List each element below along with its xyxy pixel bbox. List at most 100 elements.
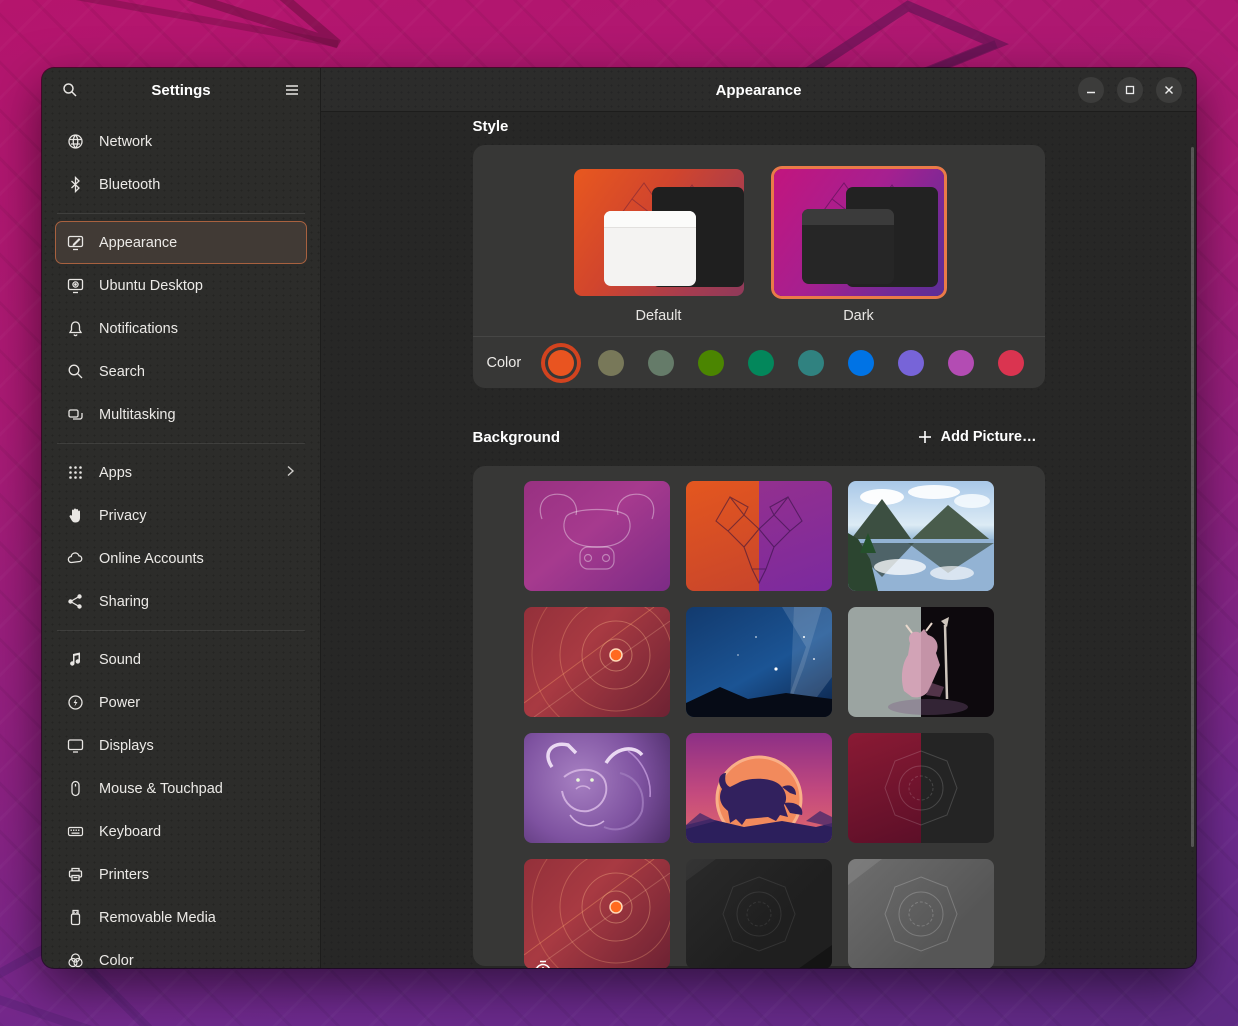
add-picture-label: Add Picture… bbox=[941, 429, 1037, 445]
background-thumbnail-satyr[interactable] bbox=[848, 607, 994, 717]
background-thumbnail-maroon-rings-timed[interactable] bbox=[524, 859, 670, 968]
menu-icon[interactable] bbox=[279, 77, 305, 103]
sidebar-item-color[interactable]: Color bbox=[55, 939, 307, 968]
bluetooth-icon bbox=[66, 176, 84, 193]
keyboard-icon bbox=[66, 823, 84, 840]
background-thumbnail-purple-bull[interactable] bbox=[524, 481, 670, 591]
sidebar-headerbar: Settings bbox=[42, 68, 320, 112]
privacy-icon bbox=[66, 507, 84, 524]
background-thumbnail-maroon-rings[interactable] bbox=[524, 607, 670, 717]
headerbar[interactable]: Appearance bbox=[321, 68, 1196, 112]
sidebar-item-sharing[interactable]: Sharing bbox=[55, 580, 307, 623]
sidebar-item-ubuntu-desktop[interactable]: Ubuntu Desktop bbox=[55, 264, 307, 307]
sidebar-item-label: Sharing bbox=[99, 594, 296, 610]
accent-swatch-bark[interactable] bbox=[598, 350, 624, 376]
sidebar-item-label: Privacy bbox=[99, 508, 296, 524]
sidebar-item-privacy[interactable]: Privacy bbox=[55, 494, 307, 537]
sidebar-item-label: Color bbox=[99, 953, 296, 969]
close-button[interactable] bbox=[1156, 77, 1182, 103]
power-icon bbox=[66, 694, 84, 711]
scrollbar[interactable] bbox=[1191, 147, 1194, 847]
page-title: Appearance bbox=[321, 68, 1196, 112]
maximize-button[interactable] bbox=[1117, 77, 1143, 103]
sidebar-item-label: Ubuntu Desktop bbox=[99, 278, 296, 294]
sidebar-item-keyboard[interactable]: Keyboard bbox=[55, 810, 307, 853]
sidebar-item-network[interactable]: Network bbox=[55, 120, 307, 163]
sidebar-separator bbox=[57, 443, 305, 444]
ubuntu-desktop-icon bbox=[66, 277, 84, 294]
background-thumbnail-beast-art[interactable] bbox=[524, 733, 670, 843]
background-thumbnail-dark-emblem[interactable] bbox=[686, 859, 832, 968]
accent-swatch-blue[interactable] bbox=[848, 350, 874, 376]
accent-swatch-magenta[interactable] bbox=[948, 350, 974, 376]
sidebar-item-displays[interactable]: Displays bbox=[55, 724, 307, 767]
mouse-icon bbox=[66, 780, 84, 797]
background-thumbnail-red-black-emblem[interactable] bbox=[848, 733, 994, 843]
style-option-default[interactable]: Default bbox=[574, 169, 744, 324]
sidebar-item-label: Sound bbox=[99, 652, 296, 668]
sidebar-item-printers[interactable]: Printers bbox=[55, 853, 307, 896]
sidebar-item-label: Appearance bbox=[99, 235, 296, 251]
preview-front-window bbox=[604, 211, 696, 286]
search-icon[interactable] bbox=[57, 77, 83, 103]
sidebar-separator bbox=[57, 213, 305, 214]
apps-icon bbox=[66, 464, 84, 481]
background-thumbnail-mountain-lake[interactable] bbox=[848, 481, 994, 591]
appearance-content: Style Default bbox=[321, 113, 1196, 968]
accent-swatch-red[interactable] bbox=[998, 350, 1024, 376]
style-section-title: Style bbox=[473, 118, 1045, 135]
style-card: Default Dark Color bbox=[473, 145, 1045, 388]
sidebar-item-bluetooth[interactable]: Bluetooth bbox=[55, 163, 307, 206]
style-option-label: Default bbox=[574, 308, 744, 324]
sidebar-item-power[interactable]: Power bbox=[55, 681, 307, 724]
sidebar-item-label: Displays bbox=[99, 738, 296, 754]
sidebar-item-online-accounts[interactable]: Online Accounts bbox=[55, 537, 307, 580]
style-option-dark[interactable]: Dark bbox=[774, 169, 944, 324]
displays-icon bbox=[66, 737, 84, 754]
window-controls bbox=[1078, 77, 1182, 103]
dark-style-preview[interactable] bbox=[774, 169, 944, 296]
minimize-button[interactable] bbox=[1078, 77, 1104, 103]
sidebar-item-mouse-touchpad[interactable]: Mouse & Touchpad bbox=[55, 767, 307, 810]
accent-swatch-sage[interactable] bbox=[648, 350, 674, 376]
online-accounts-icon bbox=[66, 550, 84, 567]
color-row-label: Color bbox=[487, 355, 522, 371]
sidebar-item-appearance[interactable]: Appearance bbox=[55, 221, 307, 264]
multitasking-icon bbox=[66, 406, 84, 423]
sidebar-item-label: Mouse & Touchpad bbox=[99, 781, 296, 797]
sidebar-item-sound[interactable]: Sound bbox=[55, 638, 307, 681]
background-thumbnail-bull-sunset[interactable] bbox=[686, 733, 832, 843]
sharing-icon bbox=[66, 593, 84, 610]
sidebar-list: Network Bluetooth Appearance Ubuntu bbox=[42, 112, 320, 968]
background-thumbnail-geometric-bull[interactable] bbox=[686, 481, 832, 591]
sidebar-item-label: Removable Media bbox=[99, 910, 296, 926]
sidebar-item-label: Multitasking bbox=[99, 407, 296, 423]
accent-swatch-purple[interactable] bbox=[898, 350, 924, 376]
accent-swatch-viridian[interactable] bbox=[748, 350, 774, 376]
accent-swatch-olive[interactable] bbox=[698, 350, 724, 376]
sidebar-item-notifications[interactable]: Notifications bbox=[55, 307, 307, 350]
sidebar-item-label: Printers bbox=[99, 867, 296, 883]
sidebar-item-label: Notifications bbox=[99, 321, 296, 337]
background-card bbox=[473, 466, 1045, 966]
sidebar-item-removable-media[interactable]: Removable Media bbox=[55, 896, 307, 939]
sidebar-item-label: Bluetooth bbox=[99, 177, 296, 193]
background-thumbnail-gray-emblem[interactable] bbox=[848, 859, 994, 968]
color-icon bbox=[66, 952, 84, 968]
sidebar-item-multitasking[interactable]: Multitasking bbox=[55, 393, 307, 436]
sidebar-item-label: Online Accounts bbox=[99, 551, 296, 567]
removable-media-icon bbox=[66, 909, 84, 926]
sidebar-separator bbox=[57, 630, 305, 631]
settings-window: Settings Network Bluetooth bbox=[42, 68, 1196, 968]
sidebar-item-search[interactable]: Search bbox=[55, 350, 307, 393]
accent-color-row: Color bbox=[473, 337, 1045, 388]
sidebar-item-label: Keyboard bbox=[99, 824, 296, 840]
default-style-preview[interactable] bbox=[574, 169, 744, 296]
add-picture-button[interactable]: Add Picture… bbox=[910, 424, 1045, 450]
background-grid bbox=[524, 481, 994, 968]
background-thumbnail-night-sky[interactable] bbox=[686, 607, 832, 717]
accent-swatch-prussian-green[interactable] bbox=[798, 350, 824, 376]
preview-front-window bbox=[802, 209, 894, 284]
sidebar-item-apps[interactable]: Apps bbox=[55, 451, 307, 494]
accent-swatch-orange[interactable] bbox=[548, 350, 574, 376]
